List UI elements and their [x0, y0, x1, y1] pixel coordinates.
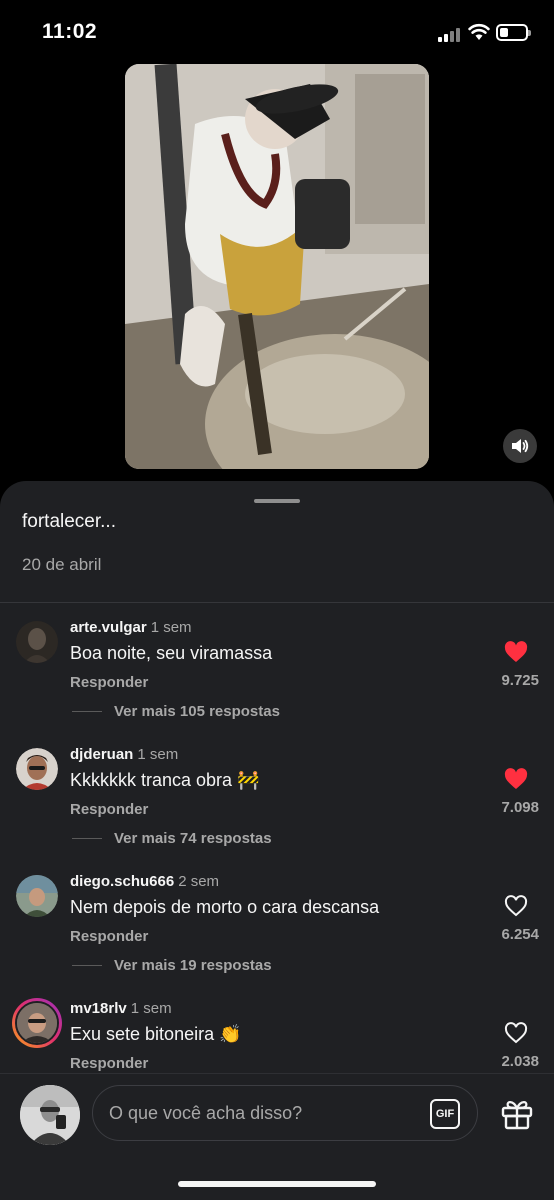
post-caption: fortalecer...	[22, 511, 116, 532]
comment-username[interactable]: djderuan	[70, 746, 133, 763]
sheet-drag-handle[interactable]	[254, 499, 300, 503]
comment-item: djderuan 1 sem Kkkkkkk tranca obra 🚧 Resp…	[0, 746, 554, 866]
like-count: 7.098	[501, 799, 539, 816]
comment-age: 1 sem	[137, 746, 179, 763]
post-date: 20 de abril	[22, 555, 102, 574]
mute-button[interactable]	[503, 429, 537, 463]
comment-text: Kkkkkkk tranca obra 🚧	[70, 770, 260, 790]
comment-username[interactable]: arte.vulgar	[70, 619, 147, 636]
video-frame	[125, 64, 429, 469]
like-count: 9.725	[501, 672, 539, 689]
like-count: 6.254	[501, 926, 539, 943]
gif-button[interactable]: GIF	[430, 1099, 460, 1129]
gift-icon[interactable]	[500, 1098, 534, 1130]
avatar[interactable]	[16, 621, 58, 663]
avatar[interactable]	[16, 875, 58, 917]
comment-input-placeholder: O que você acha disso?	[109, 1103, 303, 1123]
divider	[72, 838, 102, 839]
reply-button[interactable]: Responder	[70, 674, 148, 691]
battery-icon	[496, 24, 531, 41]
comment-item: arte.vulgar 1 sem Boa noite, seu viramass…	[0, 619, 554, 739]
status-bar: 11:02	[0, 0, 554, 64]
comment-age: 2 sem	[178, 873, 220, 890]
avatar-with-story-ring[interactable]	[12, 998, 62, 1048]
wifi-icon	[468, 24, 490, 40]
status-time: 11:02	[42, 20, 98, 43]
reply-button[interactable]: Responder	[70, 1055, 148, 1072]
reply-button[interactable]: Responder	[70, 801, 148, 818]
my-avatar[interactable]	[20, 1085, 80, 1145]
comment-text: Boa noite, seu viramassa	[70, 643, 273, 663]
comment-composer: O que você acha disso? GIF	[0, 1073, 554, 1200]
comment-username[interactable]: diego.schu666	[70, 873, 174, 890]
view-replies-button[interactable]: Ver mais 105 respostas	[114, 703, 280, 720]
comment-text: Exu sete bitoneira 👏	[70, 1024, 242, 1044]
reply-button[interactable]: Responder	[70, 928, 148, 945]
speaker-icon	[512, 439, 529, 453]
comment-age: 1 sem	[150, 619, 192, 636]
avatar[interactable]	[16, 748, 58, 790]
divider	[72, 965, 102, 966]
heart-outline-icon[interactable]	[504, 1022, 528, 1044]
divider	[0, 602, 554, 603]
comment-text: Nem depois de morto o cara descansa	[70, 897, 380, 917]
view-replies-button[interactable]: Ver mais 19 respostas	[114, 957, 272, 974]
comment-item: diego.schu666 2 sem Nem depois de morto o…	[0, 873, 554, 993]
heart-filled-icon[interactable]	[504, 768, 528, 790]
comment-age: 1 sem	[130, 1000, 172, 1017]
comment-input[interactable]: O que você acha disso? GIF	[92, 1085, 478, 1141]
home-indicator[interactable]	[178, 1181, 376, 1187]
heart-outline-icon[interactable]	[504, 895, 528, 917]
comment-username[interactable]: mv18rlv	[70, 1000, 127, 1017]
heart-filled-icon[interactable]	[504, 641, 528, 663]
view-replies-button[interactable]: Ver mais 74 respostas	[114, 830, 272, 847]
cellular-signal-icon	[438, 26, 462, 42]
divider	[72, 711, 102, 712]
like-count: 2.038	[501, 1053, 539, 1070]
reel-video[interactable]	[125, 64, 429, 469]
